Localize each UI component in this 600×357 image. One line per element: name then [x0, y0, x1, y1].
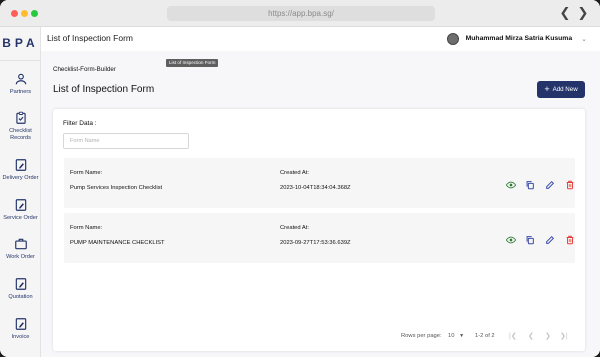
view-icon[interactable] [506, 180, 516, 190]
form-name-value: Pump Services Inspection Checklist [70, 185, 163, 191]
last-page-icon[interactable]: ❯| [560, 332, 568, 340]
view-icon[interactable] [506, 235, 516, 245]
sidebar-item-label: Work Order [6, 254, 35, 260]
avatar [446, 32, 459, 45]
edit-document-icon [15, 199, 26, 211]
edit-document-icon [15, 159, 26, 171]
form-name-label: Form Name: [70, 225, 103, 231]
rows-per-page-value: 10 [448, 333, 455, 339]
copy-icon[interactable] [525, 180, 535, 190]
list-item: Form Name: PUMP MAINTENANCE CHECKLIST Cr… [64, 213, 575, 263]
user-menu[interactable]: Muhammad Mirza Satria Kusuma ⌄ [446, 32, 587, 45]
breadcrumb[interactable]: Checklist-Form-Builder [53, 66, 116, 73]
next-page-icon[interactable]: ❯ [545, 332, 551, 340]
form-name-value: PUMP MAINTENANCE CHECKLIST [70, 240, 165, 246]
app-window: https://app.bpa.sg/ ❮ ❯ BPA Partners Che… [0, 0, 600, 357]
tooltip: List of Inspection Form [166, 59, 219, 67]
sidebar-item-checklist-records[interactable]: Checklist Records [0, 111, 41, 142]
sidebar-item-label: Checklist Records [9, 128, 32, 141]
sidebar-item-label: Invoice [11, 334, 30, 340]
caret-down-icon: ▼ [459, 333, 465, 339]
sidebar-item-work-order[interactable]: Work Order [0, 237, 41, 261]
briefcase-icon [14, 238, 27, 250]
rows-per-page-select[interactable]: 10 ▼ [448, 333, 464, 339]
logo: BPA [2, 36, 39, 50]
browser-toolbar: https://app.bpa.sg/ ❮ ❯ [0, 0, 600, 27]
minimize-window-button[interactable] [21, 10, 28, 17]
edit-icon[interactable] [545, 235, 555, 245]
created-at-label: Created At: [280, 170, 310, 176]
forward-arrow-icon[interactable]: ❯ [576, 5, 590, 21]
sidebar-item-delivery-order[interactable]: Delivery Order [0, 158, 41, 182]
sidebar-item-quotation[interactable]: Quotation [0, 277, 41, 301]
logo-divider [0, 60, 41, 61]
header-title: List of Inspection Form [47, 33, 133, 43]
form-name-filter-input[interactable] [63, 133, 189, 149]
delete-icon[interactable] [565, 180, 575, 190]
edit-document-icon [15, 318, 26, 330]
form-name-label: Form Name: [70, 170, 103, 176]
forms-card: Filter Data : Form Name: Pump Services I… [53, 109, 585, 351]
pagination-range: 1-2 of 2 [475, 333, 495, 339]
close-window-button[interactable] [11, 10, 18, 17]
sidebar-item-label: Quotation [8, 294, 33, 300]
delete-icon[interactable] [565, 235, 575, 245]
created-at-value: 2023-10-04T18:34:04.368Z [280, 185, 351, 191]
user-name: Muhammad Mirza Satria Kusuma [465, 35, 573, 42]
top-header: List of Inspection Form Muhammad Mirza S… [41, 27, 600, 51]
maximize-window-button[interactable] [31, 10, 38, 17]
plus-icon: + [544, 84, 550, 94]
sidebar-item-label: Partners [9, 89, 32, 95]
copy-icon[interactable] [525, 235, 535, 245]
page-title: List of Inspection Form [53, 84, 155, 95]
sidebar-item-invoice[interactable]: Invoice [0, 317, 41, 341]
person-icon [15, 73, 26, 85]
clipboard-check-icon [15, 111, 26, 124]
chevron-down-icon: ⌄ [581, 35, 587, 43]
sidebar-item-partners[interactable]: Partners [0, 72, 41, 96]
add-new-label: Add New [552, 86, 578, 93]
sidebar-item-label: Delivery Order [2, 175, 39, 181]
filter-label: Filter Data : [63, 120, 97, 127]
list-item: Form Name: Pump Services Inspection Chec… [64, 158, 575, 208]
first-page-icon[interactable]: |❮ [509, 332, 517, 340]
rows-per-page-label: Rows per page: [401, 333, 442, 339]
created-at-label: Created At: [280, 225, 310, 231]
edit-icon[interactable] [545, 180, 555, 190]
add-new-button[interactable]: + Add New [537, 81, 585, 98]
sidebar-item-service-order[interactable]: Service Order [0, 198, 41, 222]
main-content: Checklist-Form-Builder List of Inspectio… [41, 51, 600, 357]
created-at-value: 2023-09-27T17:53:36.639Z [280, 240, 351, 246]
pagination: Rows per page: 10 ▼ 1-2 of 2 |❮ ❮ ❯ ❯| [53, 333, 585, 343]
previous-page-icon[interactable]: ❮ [528, 332, 534, 340]
back-arrow-icon[interactable]: ❮ [558, 5, 572, 21]
edit-document-icon [15, 278, 26, 290]
sidebar: BPA Partners Checklist Records Delivery … [0, 27, 41, 357]
address-bar[interactable]: https://app.bpa.sg/ [167, 6, 435, 21]
sidebar-item-label: Service Order [3, 215, 38, 221]
